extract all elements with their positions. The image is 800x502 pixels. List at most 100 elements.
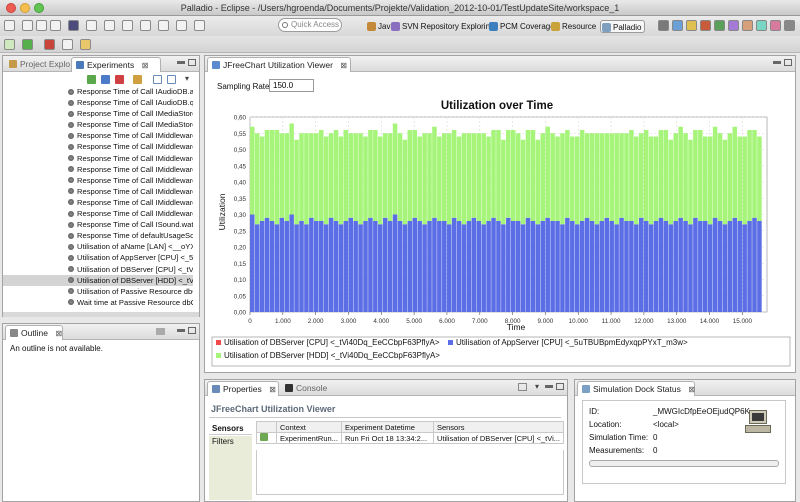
bar-appserver-cpu <box>712 217 718 312</box>
close-tab-icon[interactable]: ⊠ <box>142 61 149 70</box>
tree-item[interactable]: Response Time of Call IMiddleware <box>3 153 193 164</box>
perspective-svn[interactable]: SVN Repository Exploring <box>390 20 494 33</box>
debug-icon[interactable] <box>4 39 15 50</box>
minimize-view-icon[interactable] <box>177 329 185 332</box>
annotation-icon[interactable] <box>122 20 133 31</box>
tree-item[interactable]: Response Time of Call IMiddleware <box>3 186 193 197</box>
external-tools-icon[interactable] <box>62 39 73 50</box>
sampling-rate-input[interactable] <box>269 79 314 92</box>
search-icon[interactable] <box>104 20 115 31</box>
minimize-view-icon[interactable] <box>773 61 781 64</box>
new-icon[interactable] <box>4 20 15 31</box>
close-tab-icon[interactable]: ⊠ <box>269 385 276 394</box>
tree-item[interactable]: Utilisation of DBServer [HDD] <_tV <box>3 274 193 286</box>
tree-item[interactable]: Response Time of Call IAudioDB.ad <box>3 86 193 97</box>
tree-item[interactable]: Response Time of Call IMediaStore <box>3 108 193 119</box>
component-icon[interactable] <box>700 20 711 31</box>
tab-jfreechart-viewer[interactable]: JFreeChart Utilization Viewer ⊠ <box>207 57 351 72</box>
pin-icon[interactable] <box>518 383 527 391</box>
plugin-icon[interactable] <box>672 20 683 31</box>
tree-item[interactable]: Response Time of Call IMediaStore <box>3 119 193 130</box>
sensor-bullet-icon <box>68 299 74 306</box>
save-icon[interactable] <box>22 20 33 31</box>
repository-icon[interactable] <box>714 20 725 31</box>
bar-dbserver-hdd <box>599 133 605 221</box>
resource-env-icon[interactable] <box>770 20 781 31</box>
tab-outline[interactable]: Outline ⊠ <box>5 325 63 340</box>
run-config-icon[interactable] <box>194 20 205 31</box>
tree-item[interactable]: Utilisation of aName [LAN] <__oYX <box>3 241 193 252</box>
tab-experiments[interactable]: Experiments ⊠ <box>71 57 161 72</box>
x-tick-label: 11.000 <box>602 318 621 325</box>
zoom-window-button[interactable] <box>34 3 44 13</box>
maximize-view-icon[interactable] <box>188 59 196 66</box>
dock-location-value: <local> <box>653 420 679 429</box>
tab-console[interactable]: Console <box>281 381 333 396</box>
perspective-pcm-coverage[interactable]: PCM Coverage <box>488 20 555 33</box>
print-icon[interactable] <box>50 20 61 31</box>
open-folder-icon[interactable] <box>80 39 91 50</box>
tree-item[interactable]: Response Time of Call IMiddleware <box>3 141 193 152</box>
delete-icon[interactable] <box>115 75 124 84</box>
tab-simulation-dock[interactable]: Simulation Dock Status ⊠ <box>577 381 695 396</box>
tree-item[interactable]: Response Time of Call IMiddleware <box>3 208 193 219</box>
side-tab-sensors[interactable]: Sensors <box>209 423 252 435</box>
tree-item[interactable]: Response Time of Call IMiddleware <box>3 164 193 175</box>
allocation-icon[interactable] <box>742 20 753 31</box>
tree-item[interactable]: Wait time at Passive Resource dbC <box>3 297 193 308</box>
bar-appserver-cpu <box>496 221 501 312</box>
side-tab-filters[interactable]: Filters <box>209 436 252 448</box>
tree-item[interactable]: Response Time of Call ISound.wat <box>3 219 193 230</box>
quick-access-field[interactable]: Quick Access <box>278 18 342 32</box>
perspective-label: Resource <box>562 22 597 31</box>
usage-icon[interactable] <box>756 20 767 31</box>
close-tab-icon[interactable]: ⊠ <box>55 329 62 338</box>
expand-all-icon[interactable] <box>167 75 176 84</box>
close-window-button[interactable] <box>6 3 16 13</box>
maximize-view-icon[interactable] <box>556 383 564 390</box>
tree-item[interactable]: Response Time of Call IMiddleware <box>3 197 193 208</box>
java-icon <box>367 22 376 31</box>
tree-item[interactable]: Response Time of defaultUsageSce <box>3 230 193 241</box>
model-icon[interactable] <box>686 20 697 31</box>
save-all-icon[interactable] <box>36 20 47 31</box>
nav-icon[interactable] <box>140 20 151 31</box>
bar-dbserver-hdd <box>427 133 432 221</box>
horizontal-scrollbar[interactable] <box>3 312 199 317</box>
minimize-window-button[interactable] <box>20 3 30 13</box>
palette-icon[interactable] <box>658 20 669 31</box>
close-tab-icon[interactable]: ⊠ <box>688 385 695 394</box>
tree-item[interactable]: Response Time of Call IMiddleware <box>3 175 193 186</box>
palladio-icon[interactable] <box>68 20 79 31</box>
tab-project-explorer[interactable]: Project Explo <box>5 57 71 72</box>
refresh-icon[interactable] <box>133 75 142 84</box>
tool-icon[interactable] <box>86 20 97 31</box>
forward-icon[interactable] <box>176 20 187 31</box>
outline-toolbar-icon[interactable] <box>156 328 165 335</box>
run-icon[interactable] <box>22 39 33 50</box>
tree-item[interactable]: Utilisation of AppServer [CPU] <_5 <box>3 252 193 263</box>
row-checkbox-cell[interactable] <box>256 432 277 444</box>
maximize-view-icon[interactable] <box>784 59 792 66</box>
collapse-all-icon[interactable] <box>153 75 162 84</box>
view-menu-icon[interactable]: ▾ <box>535 382 539 391</box>
new-experiment-icon[interactable] <box>101 75 110 84</box>
more-icon[interactable] <box>784 20 795 31</box>
minimize-view-icon[interactable] <box>545 385 553 388</box>
system-icon[interactable] <box>728 20 739 31</box>
tab-properties[interactable]: Properties ⊠ <box>207 381 279 396</box>
stop-icon[interactable] <box>44 39 55 50</box>
back-icon[interactable] <box>158 20 169 31</box>
minimize-view-icon[interactable] <box>177 61 185 64</box>
table-row[interactable]: ExperimentRun... Run Fri Oct 18 13:34:2.… <box>256 432 565 444</box>
tree-item[interactable]: Utilisation of Passive Resource dbC <box>3 286 193 297</box>
maximize-view-icon[interactable] <box>188 327 196 334</box>
add-icon[interactable] <box>87 75 96 84</box>
perspective-palladio[interactable]: Palladio <box>600 20 646 33</box>
tree-item[interactable]: Response Time of Call IMiddleware <box>3 130 193 141</box>
view-menu-icon[interactable]: ▾ <box>185 74 189 83</box>
perspective-resource[interactable]: Resource <box>550 20 596 33</box>
tree-item[interactable]: Utilisation of DBServer [CPU] <_tVi <box>3 264 193 275</box>
close-tab-icon[interactable]: ⊠ <box>340 61 347 70</box>
tree-item[interactable]: Response Time of Call IAudioDB.q <box>3 97 193 108</box>
